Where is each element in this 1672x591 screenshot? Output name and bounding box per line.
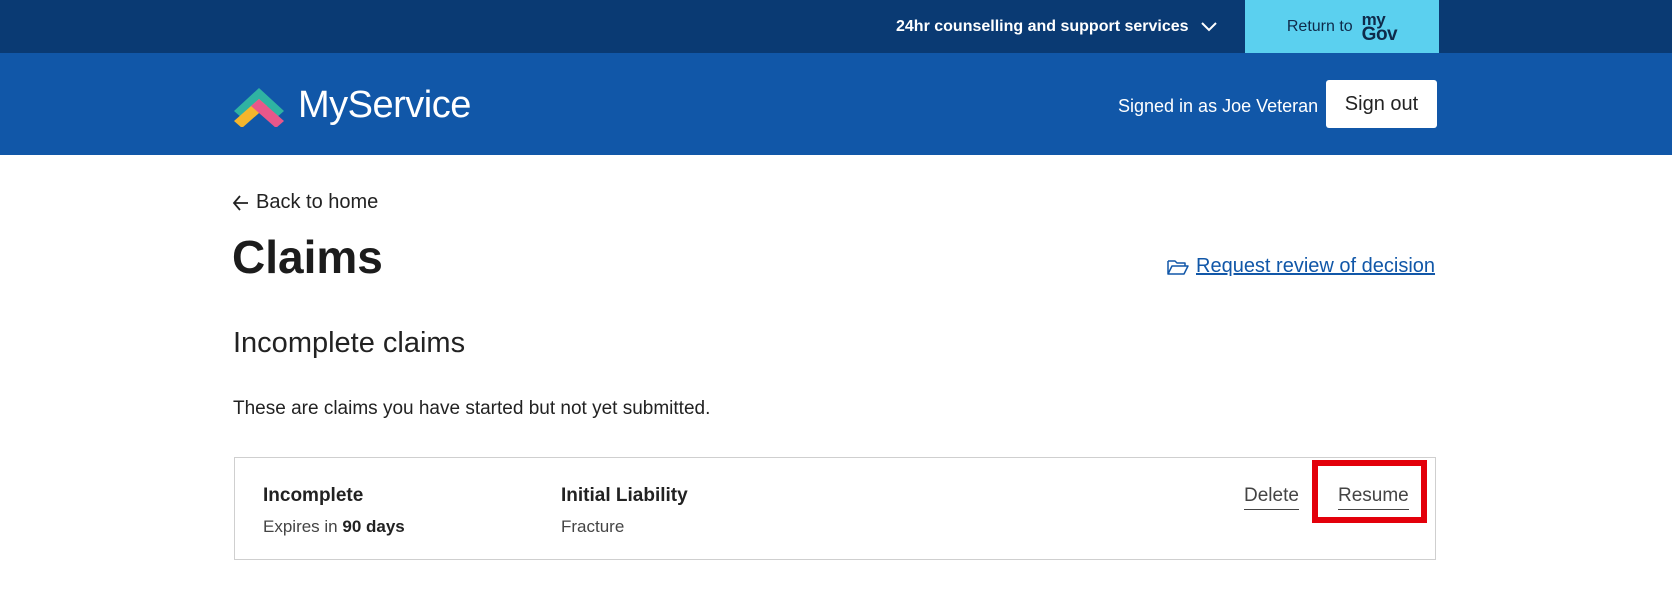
claim-card: Incomplete Expires in 90 days Initial Li… (234, 457, 1436, 560)
back-to-home-label: Back to home (256, 191, 379, 213)
claim-expiry: Expires in 90 days (263, 517, 405, 537)
resume-claim-link[interactable]: Resume (1338, 485, 1409, 510)
support-services-dropdown[interactable]: 24hr counselling and support services (896, 0, 1217, 53)
expires-value: 90 days (342, 517, 405, 536)
support-services-label: 24hr counselling and support services (896, 17, 1189, 35)
incomplete-claims-heading: Incomplete claims (233, 327, 466, 359)
mygov-logo: my Gov (1361, 9, 1398, 45)
sign-out-button[interactable]: Sign out (1326, 80, 1437, 128)
return-to-label: Return to (1286, 17, 1353, 35)
claim-subtype: Fracture (561, 517, 625, 536)
expires-prefix: Expires in (263, 517, 338, 536)
claim-type: Initial Liability (561, 485, 688, 506)
claim-status: Incomplete (263, 485, 364, 506)
myservice-logo[interactable]: MyService (232, 83, 471, 127)
brand-name: MyService (298, 83, 471, 126)
signed-in-text: Signed in as Joe Veteran (1118, 96, 1319, 116)
request-review-label: Request review of decision (1196, 255, 1436, 277)
arrow-left-icon (232, 194, 248, 211)
request-review-link[interactable]: Request review of decision (1167, 255, 1435, 278)
incomplete-claims-description: These are claims you have started but no… (233, 398, 711, 419)
return-to-mygov-button[interactable]: Return to my Gov (1245, 0, 1439, 53)
top-utility-bar: 24hr counselling and support services Re… (0, 0, 1672, 53)
chevron-down-icon (1200, 21, 1217, 31)
back-to-home-link[interactable]: Back to home (232, 191, 378, 214)
chevron-logo-icon (234, 88, 284, 127)
page-title: Claims (232, 231, 383, 283)
delete-claim-link[interactable]: Delete (1244, 485, 1299, 510)
folder-open-icon (1167, 259, 1189, 275)
